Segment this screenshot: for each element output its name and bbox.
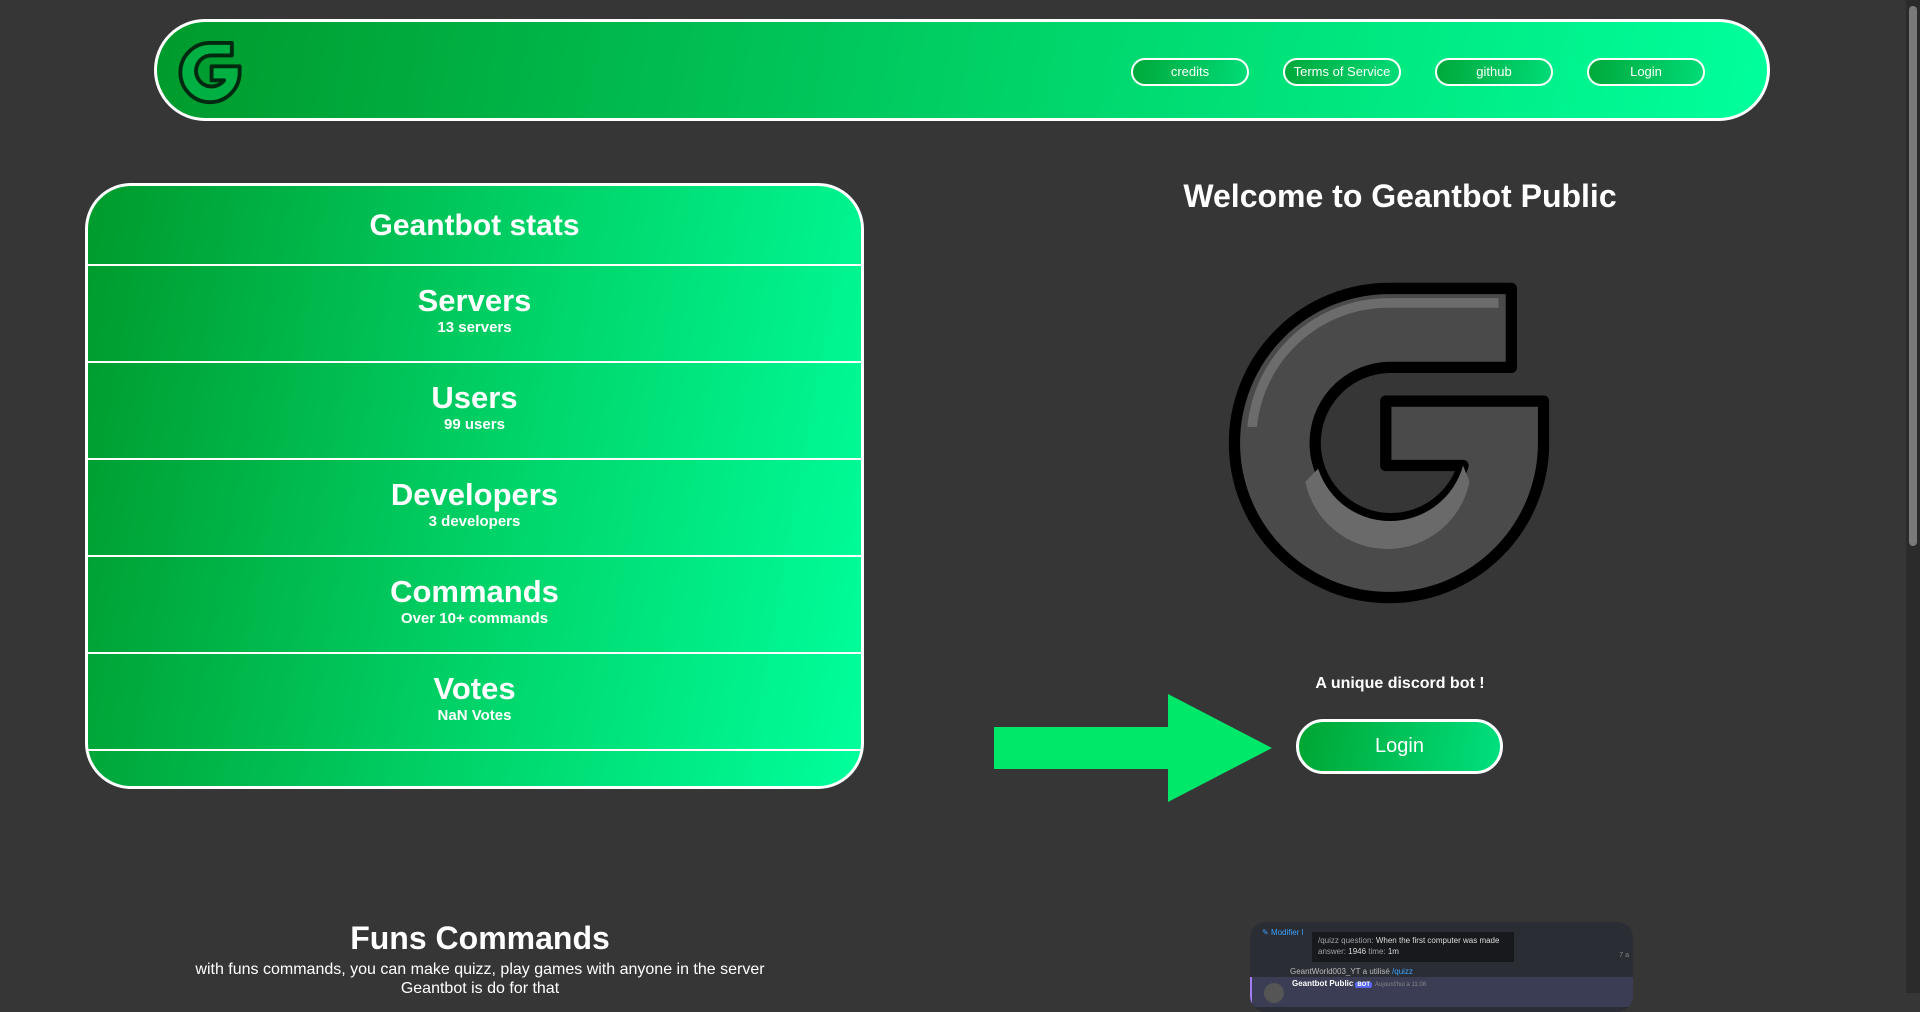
stat-label: Users [431, 380, 518, 415]
stat-row-votes: Votes NaN Votes [88, 654, 861, 751]
stat-value: 13 servers [437, 319, 512, 336]
header-nav: credits Terms of Service github Login [1131, 58, 1705, 86]
welcome-tagline: A unique discord bot ! [1315, 675, 1485, 692]
stat-row-developers: Developers 3 developers [88, 460, 861, 557]
nav-github-button[interactable]: github [1435, 58, 1553, 86]
stat-row-users: Users 99 users [88, 363, 861, 460]
edit-link: ✎ Modifier l [1262, 928, 1304, 937]
funs-commands-title: Funs Commands [350, 920, 610, 956]
stat-label: Votes [433, 671, 516, 706]
stats-panel: Geantbot stats Servers 13 servers Users … [85, 183, 864, 789]
command-user-line: GeantWorld003_YT a utilisé /quizz [1290, 967, 1413, 976]
geantbot-large-logo-icon [1228, 282, 1550, 604]
stat-row-servers: Servers 13 servers [88, 266, 861, 363]
message-time: 7 a [1619, 952, 1629, 959]
bot-message: Geantbot Public BOT Aujourd'hui à 11:08 [1250, 977, 1633, 1007]
stat-row-commands: Commands Over 10+ commands [88, 557, 861, 654]
stats-title: Geantbot stats [88, 186, 861, 266]
geantbot-logo-icon[interactable] [171, 32, 249, 110]
stat-value: 99 users [444, 416, 505, 433]
welcome-title: Welcome to Geantbot Public [1183, 178, 1617, 214]
stat-value: Over 10+ commands [400, 610, 549, 627]
funs-commands-description: with funs commands, you can make quizz, … [130, 960, 830, 998]
nav-terms-button[interactable]: Terms of Service [1283, 58, 1401, 86]
discord-preview-image: ✎ Modifier l /quizz question: When the f… [1250, 922, 1633, 1012]
scrollbar-thumb[interactable] [1909, 6, 1917, 546]
arrow-right-icon [994, 694, 1272, 802]
funs-desc-line2: Geantbot is do for that [400, 980, 560, 997]
login-button[interactable]: Login [1296, 719, 1503, 774]
avatar [1264, 983, 1284, 1003]
stat-value: NaN Votes [437, 707, 512, 724]
page-scrollbar[interactable] [1906, 0, 1920, 993]
stat-label: Servers [417, 283, 532, 318]
funs-desc-line1: with funs commands, you can make quizz, … [195, 961, 765, 978]
stat-value: 3 developers [428, 513, 521, 530]
top-header: credits Terms of Service github Login [154, 19, 1770, 121]
bot-name-line: Geantbot Public BOT Aujourd'hui à 11:08 [1292, 979, 1427, 988]
nav-credits-button[interactable]: credits [1131, 58, 1249, 86]
stat-label: Developers [390, 477, 559, 512]
stat-label: Commands [390, 574, 559, 609]
nav-login-button[interactable]: Login [1587, 58, 1705, 86]
command-tooltip: /quizz question: When the first computer… [1312, 932, 1514, 962]
